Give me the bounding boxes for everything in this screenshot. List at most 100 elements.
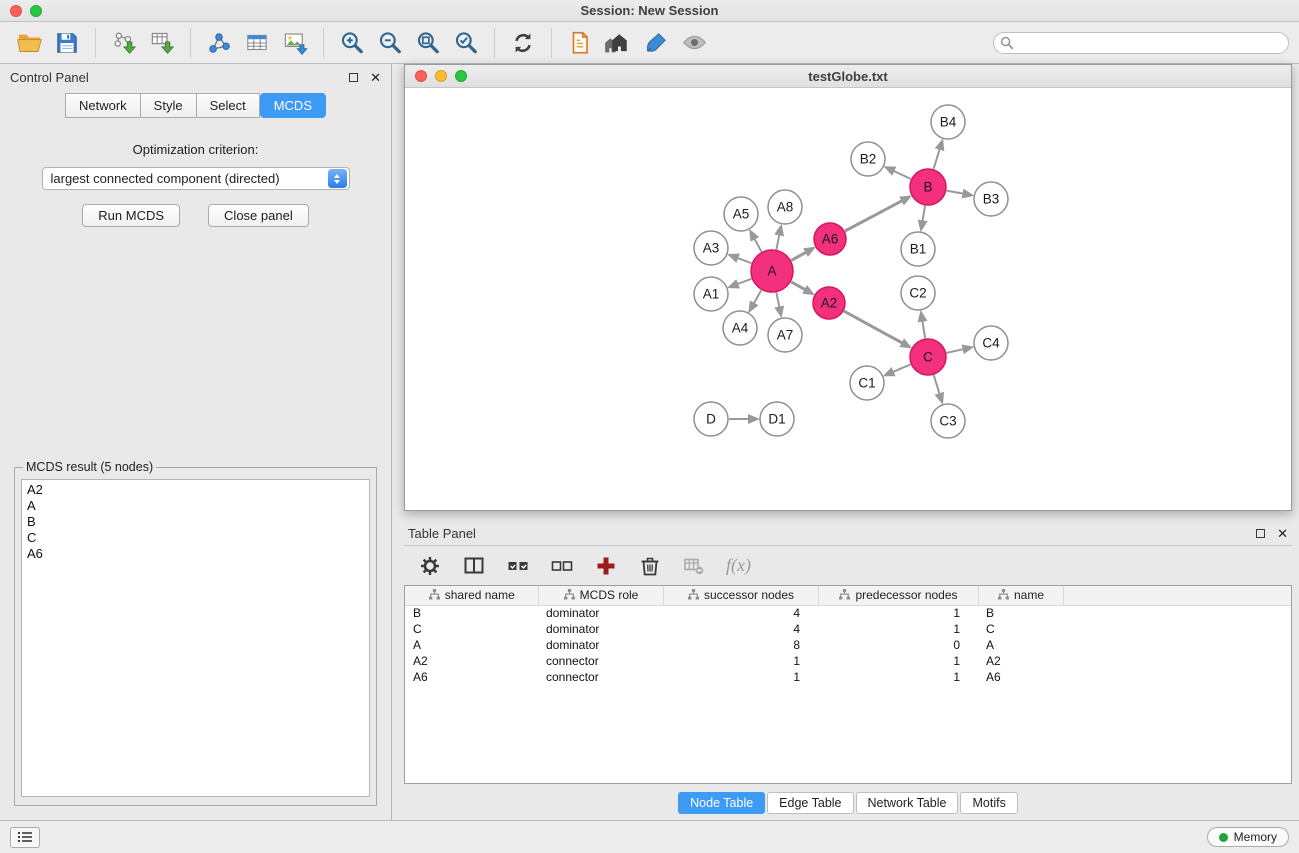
refresh-button[interactable] <box>504 25 542 61</box>
export-image-button[interactable] <box>276 25 314 61</box>
zoom-window-icon[interactable] <box>30 5 42 17</box>
network-node-A8[interactable]: A8 <box>768 190 802 224</box>
import-network-button[interactable] <box>105 25 143 61</box>
column-header-successor-nodes[interactable]: successor nodes <box>663 586 818 605</box>
import-table-button[interactable] <box>143 25 181 61</box>
network-edge[interactable] <box>791 282 806 291</box>
network-edge[interactable] <box>754 238 762 252</box>
network-edge[interactable] <box>844 311 904 344</box>
new-network-button[interactable] <box>200 25 238 61</box>
list-item[interactable]: A <box>27 498 364 514</box>
network-edge[interactable] <box>947 349 965 353</box>
network-edge[interactable] <box>736 279 751 285</box>
select-all-button[interactable] <box>506 554 530 578</box>
zoom-window-icon[interactable] <box>455 70 467 82</box>
table-settings-button[interactable] <box>418 554 442 578</box>
network-overview-button[interactable] <box>599 25 637 61</box>
network-edge[interactable] <box>893 170 911 179</box>
network-node-A4[interactable]: A4 <box>723 311 757 345</box>
close-panel-icon[interactable]: ✕ <box>1277 527 1288 540</box>
tab-edge-table[interactable]: Edge Table <box>767 792 853 814</box>
column-header-predecessor-nodes[interactable]: predecessor nodes <box>818 586 978 605</box>
network-edge[interactable] <box>922 320 925 339</box>
network-node-A3[interactable]: A3 <box>694 231 728 265</box>
network-node-B1[interactable]: B1 <box>901 232 935 266</box>
network-edge[interactable] <box>845 200 903 231</box>
table-row[interactable]: A6connector11A6 <box>405 669 1291 685</box>
zoom-selected-button[interactable] <box>447 25 485 61</box>
network-edge[interactable] <box>776 234 779 250</box>
network-node-B3[interactable]: B3 <box>974 182 1008 216</box>
optimization-select[interactable]: largest connected component (directed) <box>42 167 350 190</box>
table-mode-button[interactable] <box>682 554 706 578</box>
network-node-D1[interactable]: D1 <box>760 402 794 436</box>
close-window-icon[interactable] <box>10 5 22 17</box>
network-edge[interactable] <box>892 364 911 372</box>
close-panel-button[interactable]: Close panel <box>208 204 309 227</box>
table-row[interactable]: A2connector11A2 <box>405 653 1291 669</box>
list-item[interactable]: A6 <box>27 546 364 562</box>
open-session-button[interactable] <box>10 25 48 61</box>
column-header-shared-name[interactable]: shared name <box>405 586 538 605</box>
task-history-button[interactable] <box>10 827 40 848</box>
network-window-titlebar[interactable]: testGlobe.txt <box>405 65 1291 88</box>
list-item[interactable]: A2 <box>27 482 364 498</box>
network-edge[interactable] <box>736 258 751 264</box>
list-item[interactable]: C <box>27 530 364 546</box>
close-window-icon[interactable] <box>415 70 427 82</box>
node-table-container[interactable]: shared name MCDS role successor nodes pr… <box>404 585 1292 784</box>
tab-mcds[interactable]: MCDS <box>260 93 326 118</box>
network-edge[interactable] <box>753 290 761 304</box>
table-row[interactable]: Bdominator41B <box>405 605 1291 621</box>
network-node-A1[interactable]: A1 <box>694 277 728 311</box>
save-session-button[interactable] <box>48 25 86 61</box>
table-row[interactable]: Cdominator41C <box>405 621 1291 637</box>
document-button[interactable] <box>561 25 599 61</box>
network-graph[interactable]: AA1A2A3A4A5A6A7A8BB1B2B3B4CC1C2C3C4DD1 <box>405 88 1291 510</box>
tab-node-table[interactable]: Node Table <box>678 792 765 814</box>
list-item[interactable]: B <box>27 514 364 530</box>
tab-motifs[interactable]: Motifs <box>960 792 1017 814</box>
tab-network-table[interactable]: Network Table <box>856 792 959 814</box>
column-header-mcds-role[interactable]: MCDS role <box>538 586 663 605</box>
network-canvas[interactable]: AA1A2A3A4A5A6A7A8BB1B2B3B4CC1C2C3C4DD1 <box>405 88 1291 510</box>
network-edge[interactable] <box>922 206 925 223</box>
graphics-details-button[interactable] <box>637 25 675 61</box>
new-table-button[interactable] <box>238 25 276 61</box>
deselect-all-button[interactable] <box>550 554 574 578</box>
tab-style[interactable]: Style <box>141 93 197 118</box>
minimize-window-icon[interactable] <box>435 70 447 82</box>
network-node-C[interactable]: C <box>910 339 946 375</box>
run-mcds-button[interactable]: Run MCDS <box>82 204 180 227</box>
network-node-A6[interactable]: A6 <box>814 223 846 255</box>
close-panel-icon[interactable]: ✕ <box>370 71 381 84</box>
tab-select[interactable]: Select <box>197 93 260 118</box>
network-node-A[interactable]: A <box>751 250 793 292</box>
mcds-result-list[interactable]: A2 A B C A6 <box>21 479 370 797</box>
tab-network[interactable]: Network <box>65 93 141 118</box>
network-node-B[interactable]: B <box>910 169 946 205</box>
network-node-C1[interactable]: C1 <box>850 366 884 400</box>
network-node-D[interactable]: D <box>694 402 728 436</box>
network-node-C4[interactable]: C4 <box>974 326 1008 360</box>
network-edge[interactable] <box>776 293 779 309</box>
network-edge[interactable] <box>791 252 807 261</box>
network-node-B4[interactable]: B4 <box>931 105 965 139</box>
search-input[interactable] <box>993 32 1289 54</box>
function-builder-button[interactable]: f(x) <box>726 555 751 576</box>
table-row[interactable]: Adominator80A <box>405 637 1291 653</box>
memory-button[interactable]: Memory <box>1207 827 1289 847</box>
column-header-name[interactable]: name <box>978 586 1063 605</box>
network-edge[interactable] <box>934 148 941 169</box>
zoom-out-button[interactable] <box>371 25 409 61</box>
float-panel-icon[interactable] <box>1256 529 1265 538</box>
delete-column-button[interactable] <box>638 554 662 578</box>
float-panel-icon[interactable] <box>349 73 358 82</box>
show-columns-button[interactable] <box>462 554 486 578</box>
network-node-B2[interactable]: B2 <box>851 142 885 176</box>
network-node-A5[interactable]: A5 <box>724 197 758 231</box>
eye-button[interactable] <box>675 25 713 61</box>
network-node-C2[interactable]: C2 <box>901 276 935 310</box>
network-node-A7[interactable]: A7 <box>768 318 802 352</box>
network-node-C3[interactable]: C3 <box>931 404 965 438</box>
